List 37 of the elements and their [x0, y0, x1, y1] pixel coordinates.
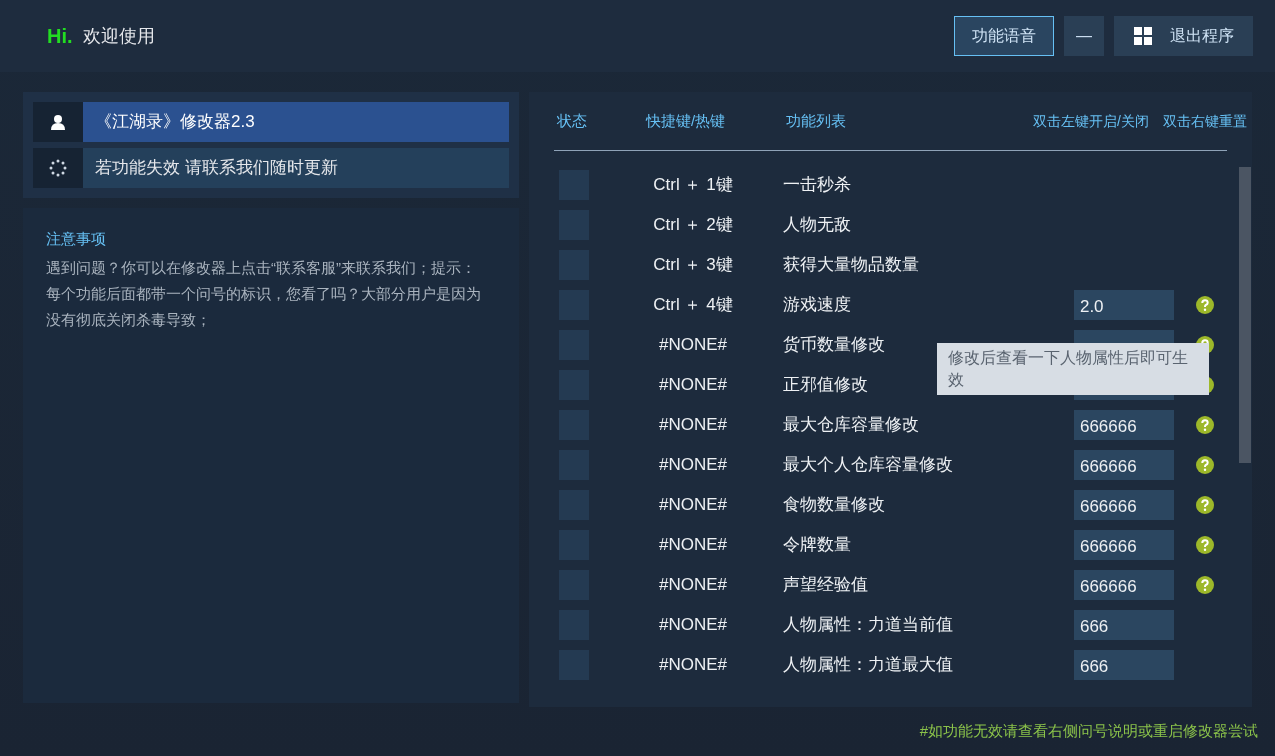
function-name: 正邪值修改 [782, 375, 868, 395]
notice-text: 遇到问题？你可以在修改器上点击“联系客服”来联系我们；提示：每个功能后面都带一个问号的标识，您看了吗？大部分用户是因为没有彻底关闭杀毒导致； [46, 257, 482, 330]
action-hint: 双击右键重置 [1163, 111, 1247, 131]
column-header: 功能列表 [785, 110, 847, 131]
function-name: 食物数量修改 [782, 495, 885, 515]
function-name: 游戏速度 [782, 295, 851, 315]
function-name: 最大仓库容量修改 [782, 415, 919, 435]
window-title: 欢迎使用 [82, 24, 155, 48]
function-name: 最大个人仓库容量修改 [782, 455, 953, 475]
hotkey-text: Ctrl ＋ 1键 [653, 174, 733, 197]
tooltip: 修改后查看一下人物属性后即可生效 [937, 343, 1209, 395]
function-name: 获得大量物品数量 [782, 255, 919, 275]
function-name: 人物属性：力道最大值 [782, 655, 953, 675]
column-header: 快捷键/热键 [645, 110, 727, 131]
column-header: 状态 [555, 110, 588, 131]
function-name: 货币数量修改 [782, 335, 885, 355]
hotkey-text: #NONE# [658, 334, 727, 357]
hotkey-text: Ctrl ＋ 3键 [653, 254, 733, 277]
function-name: 一击秒杀 [782, 175, 851, 195]
footer-note: #如功能无效请查看右侧问号说明或重启修改器尝试 [919, 722, 1258, 739]
hotkey-text: #NONE# [658, 614, 727, 637]
hotkey-text: Ctrl ＋ 2键 [653, 214, 733, 237]
logo-text: Hi. [47, 24, 73, 49]
hotkey-text: #NONE# [658, 414, 727, 437]
hotkey-text: #NONE# [658, 494, 727, 517]
hotkey-text: #NONE# [658, 374, 727, 397]
hotkey-text: Ctrl ＋ 4键 [653, 294, 733, 317]
function-name: 令牌数量 [782, 535, 851, 555]
hotkey-text: #NONE# [658, 454, 727, 477]
function-name: 人物无敌 [782, 215, 851, 235]
function-name: 人物属性：力道当前值 [782, 615, 953, 635]
function-name: 声望经验值 [782, 575, 868, 595]
hotkey-text: #NONE# [658, 534, 727, 557]
hotkey-text: #NONE# [658, 654, 727, 677]
hotkey-text: #NONE# [658, 574, 727, 597]
notice-title: 注意事项 [46, 229, 107, 249]
action-hint: 双击左键开启/关闭 [1033, 111, 1149, 131]
